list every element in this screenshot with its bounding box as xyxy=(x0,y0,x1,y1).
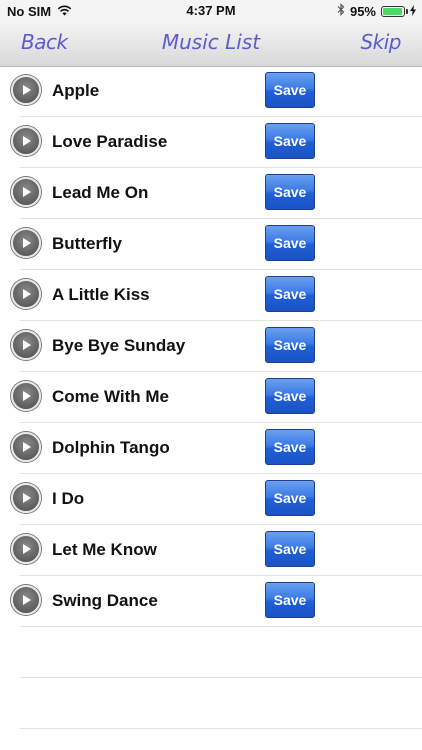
list-item[interactable]: Let Me Know Save xyxy=(0,525,422,576)
play-icon[interactable] xyxy=(11,534,41,564)
save-button[interactable]: Save xyxy=(265,531,315,567)
song-title: Love Paradise xyxy=(52,132,168,151)
empty-row xyxy=(0,678,422,729)
play-icon[interactable] xyxy=(11,432,41,462)
play-icon[interactable] xyxy=(11,228,41,258)
page-title: Music List xyxy=(161,30,261,54)
song-title: Let Me Know xyxy=(52,540,157,559)
play-triangle xyxy=(23,493,31,503)
save-button[interactable]: Save xyxy=(265,174,315,210)
bluetooth-icon xyxy=(337,3,345,19)
song-title: Swing Dance xyxy=(52,591,158,610)
play-icon[interactable] xyxy=(11,126,41,156)
play-icon[interactable] xyxy=(11,483,41,513)
list-item[interactable]: Love Paradise Save xyxy=(0,117,422,168)
song-title: Come With Me xyxy=(52,387,169,406)
save-button[interactable]: Save xyxy=(265,480,315,516)
play-icon[interactable] xyxy=(11,585,41,615)
skip-button[interactable]: Skip xyxy=(360,30,401,54)
save-button[interactable]: Save xyxy=(265,276,315,312)
battery-percent: 95% xyxy=(349,3,376,19)
play-triangle xyxy=(23,391,31,401)
music-list: Apple Save Love Paradise Save Lead Me On Save… xyxy=(0,66,422,729)
list-item[interactable]: Come With Me Save xyxy=(0,372,422,423)
battery-icon xyxy=(381,5,408,17)
empty-row xyxy=(0,627,422,678)
play-icon[interactable] xyxy=(11,177,41,207)
list-item[interactable]: A Little Kiss Save xyxy=(0,270,422,321)
song-title: A Little Kiss xyxy=(52,285,150,304)
play-triangle xyxy=(23,442,31,452)
play-triangle xyxy=(23,136,31,146)
navigation-bar: Back Music List Skip xyxy=(0,22,422,67)
list-item[interactable]: Lead Me On Save xyxy=(0,168,422,219)
screen: No SIM 4:37 PM 95% Back Music List Skip … xyxy=(0,0,422,750)
save-button[interactable]: Save xyxy=(265,327,315,363)
play-triangle xyxy=(23,544,31,554)
save-button[interactable]: Save xyxy=(265,225,315,261)
play-triangle xyxy=(23,595,31,605)
list-item[interactable]: Swing Dance Save xyxy=(0,576,422,627)
save-button[interactable]: Save xyxy=(265,582,315,618)
play-triangle xyxy=(23,187,31,197)
list-item[interactable]: I Do Save xyxy=(0,474,422,525)
charging-icon xyxy=(410,4,416,19)
play-icon[interactable] xyxy=(11,330,41,360)
song-title: Dolphin Tango xyxy=(52,438,170,457)
song-title: Apple xyxy=(52,81,100,100)
list-item[interactable]: Apple Save xyxy=(0,66,422,117)
list-item[interactable]: Butterfly Save xyxy=(0,219,422,270)
list-item[interactable]: Dolphin Tango Save xyxy=(0,423,422,474)
save-button[interactable]: Save xyxy=(265,123,315,159)
song-title: I Do xyxy=(52,489,85,508)
play-icon[interactable] xyxy=(11,381,41,411)
song-title: Butterfly xyxy=(52,234,122,253)
status-bar: No SIM 4:37 PM 95% xyxy=(0,0,422,22)
song-title: Bye Bye Sunday xyxy=(52,336,186,355)
save-button[interactable]: Save xyxy=(265,429,315,465)
list-item[interactable]: Bye Bye Sunday Save xyxy=(0,321,422,372)
save-button[interactable]: Save xyxy=(265,378,315,414)
play-triangle xyxy=(23,289,31,299)
play-icon[interactable] xyxy=(11,279,41,309)
battery-fill xyxy=(383,7,402,15)
play-icon[interactable] xyxy=(11,75,41,105)
status-right: 95% xyxy=(337,3,416,19)
play-triangle xyxy=(23,340,31,350)
battery-cap xyxy=(406,8,408,14)
save-button[interactable]: Save xyxy=(265,72,315,108)
song-title: Lead Me On xyxy=(52,183,149,202)
play-triangle xyxy=(23,85,31,95)
play-triangle xyxy=(23,238,31,248)
